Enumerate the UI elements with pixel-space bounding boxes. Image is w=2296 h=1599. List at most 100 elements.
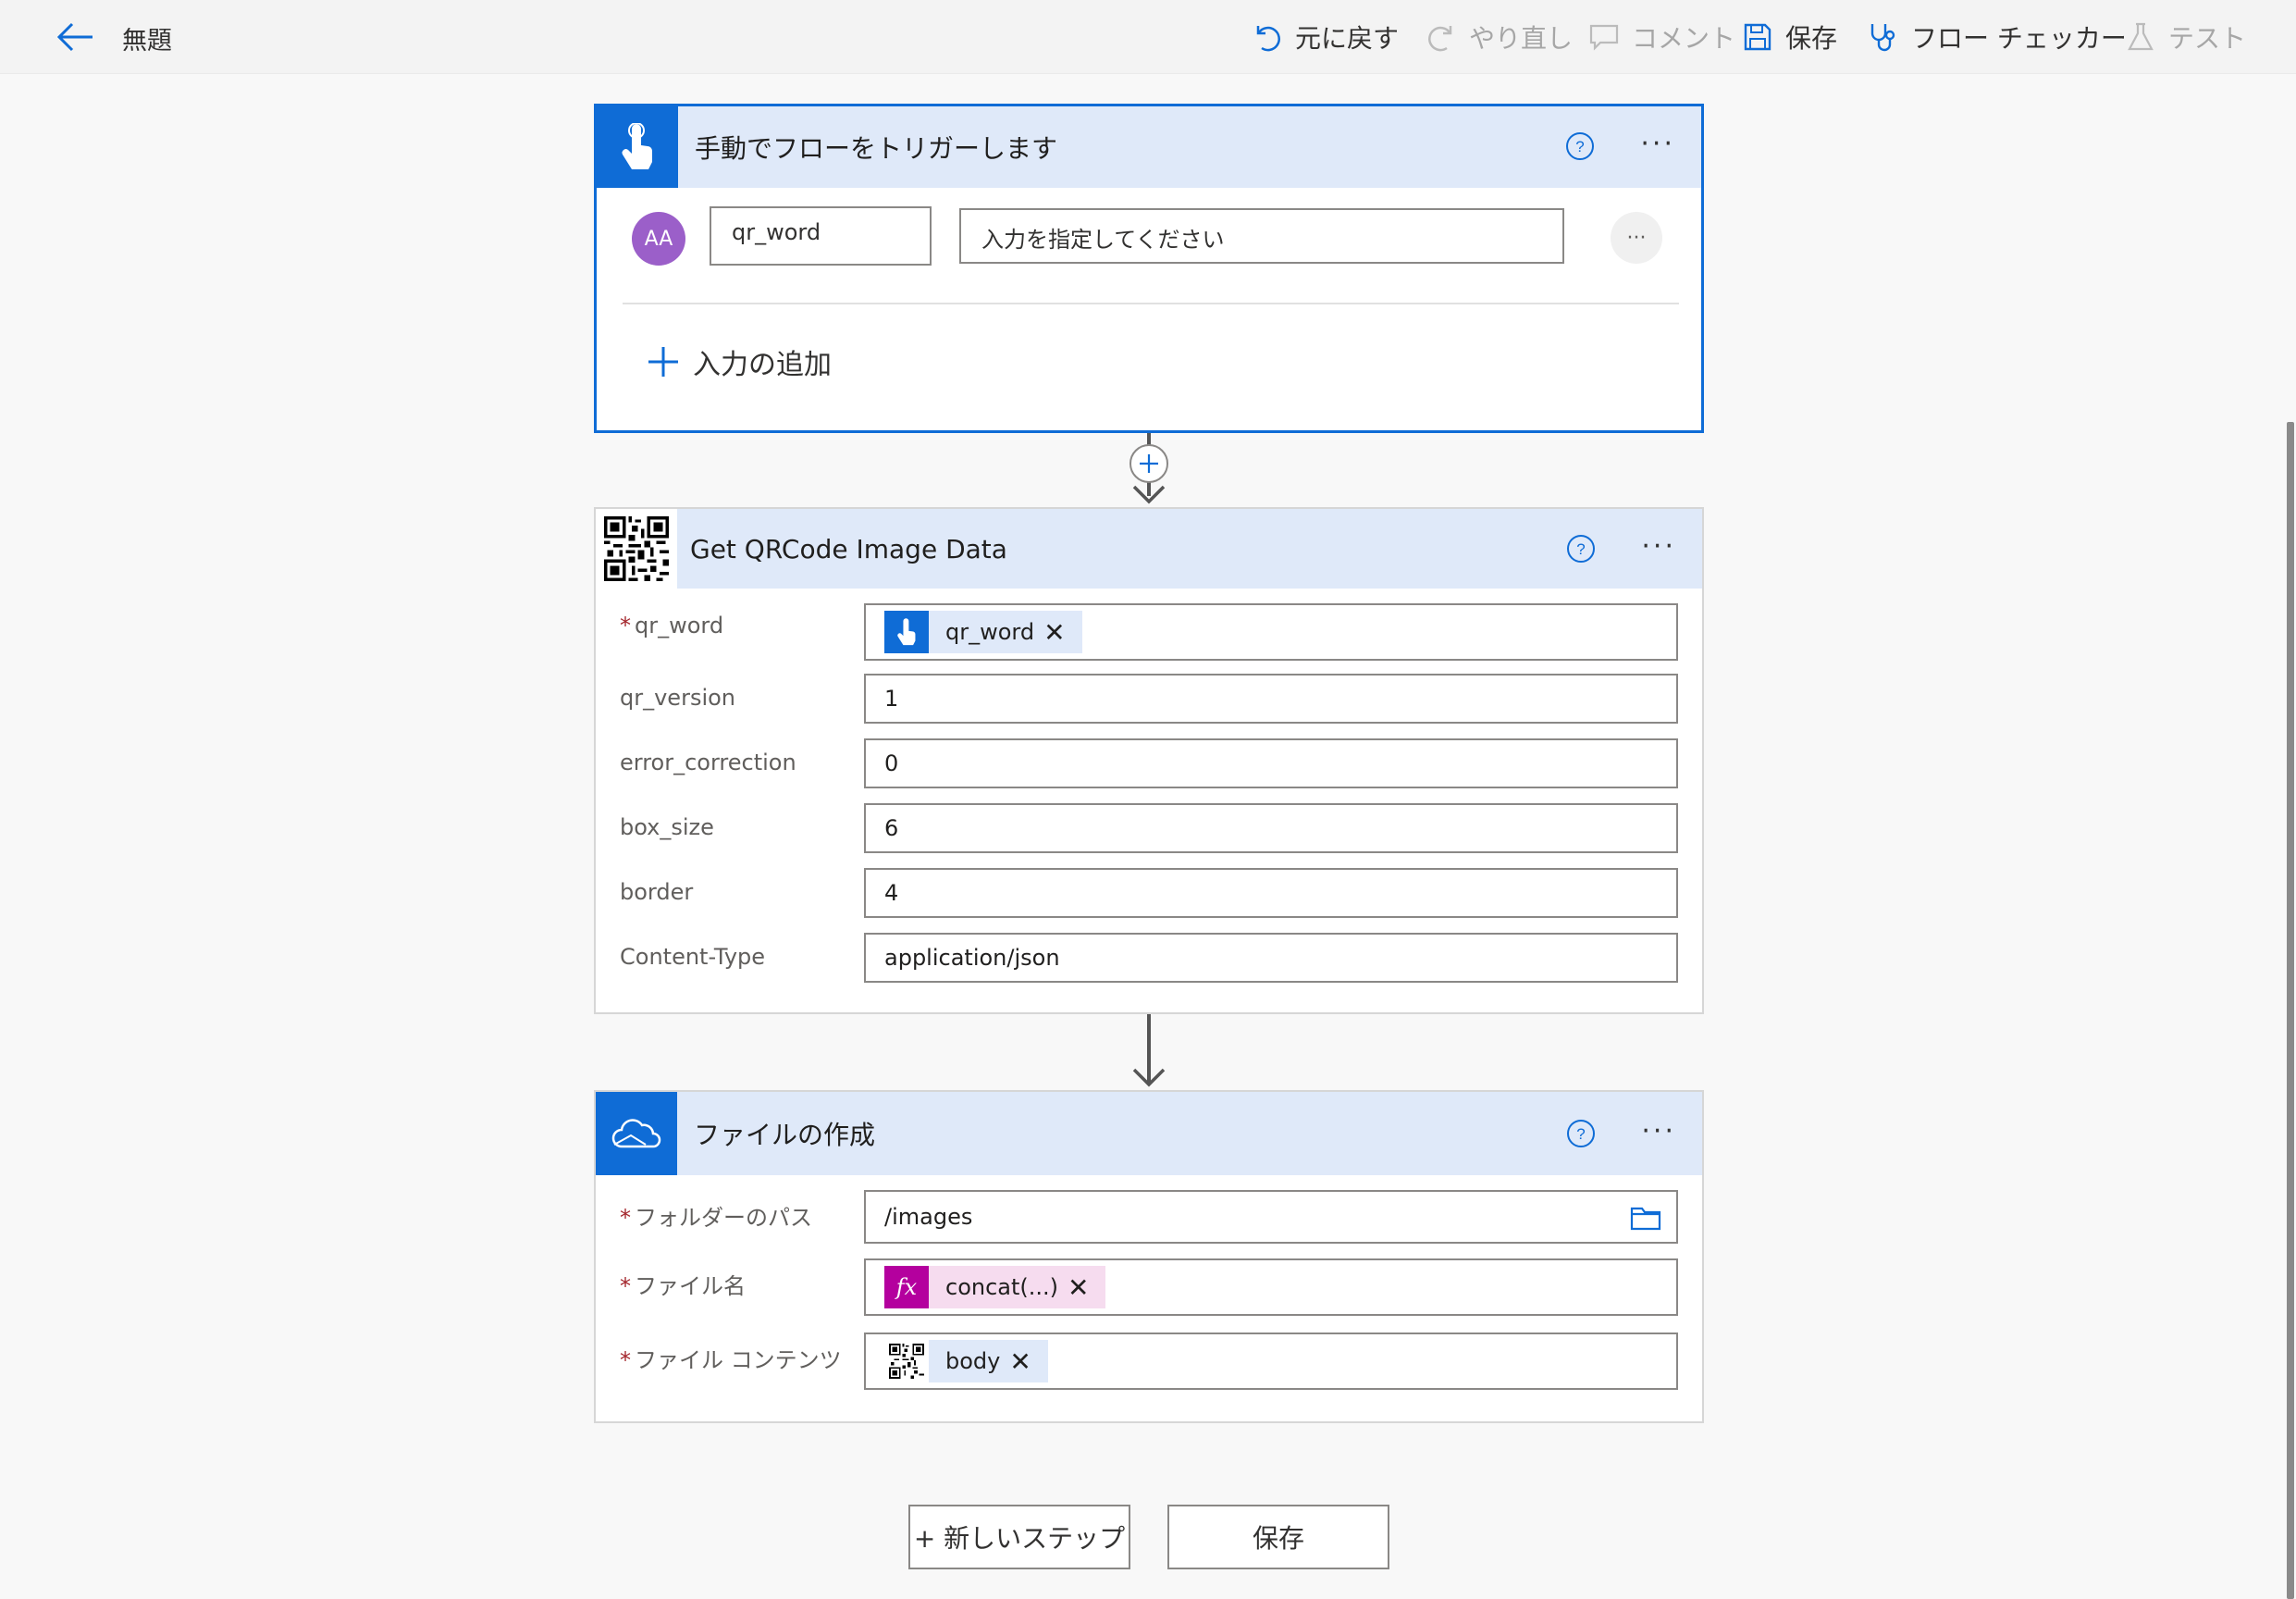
plus-icon — [647, 345, 680, 378]
input-description-field[interactable]: 入力を指定してください — [959, 208, 1564, 264]
svg-text:?: ? — [1575, 138, 1584, 155]
required-asterisk: * — [620, 613, 631, 638]
create-file-header[interactable]: ファイルの作成 ? ··· — [596, 1092, 1702, 1175]
input-name-field[interactable]: qr_word — [710, 206, 932, 266]
token-label: body ✕ — [929, 1340, 1048, 1382]
qr-code-icon — [596, 509, 677, 589]
field-label-folder-path: * フォルダーのパス — [620, 1199, 812, 1232]
required-asterisk: * — [620, 1205, 631, 1231]
field-label-text: ファイル名 — [635, 1273, 746, 1299]
fx-function-icon: fx — [884, 1266, 929, 1308]
save-button[interactable]: 保存 — [1167, 1505, 1389, 1569]
token-text: concat(...) — [945, 1274, 1059, 1300]
body-token[interactable]: body ✕ — [884, 1340, 1048, 1382]
token-text: body — [945, 1348, 1001, 1374]
required-asterisk: * — [620, 1273, 631, 1299]
field-label-text: qr_word — [635, 613, 724, 638]
undo-icon — [1251, 20, 1284, 54]
trigger-header[interactable]: 手動でフローをトリガーします ? ··· — [597, 106, 1701, 188]
token-label: qr_word ✕ — [929, 611, 1082, 653]
concat-token[interactable]: fx concat(...) ✕ — [884, 1266, 1106, 1308]
create-file-title: ファイルの作成 — [694, 1120, 876, 1150]
flask-icon — [2124, 20, 2157, 54]
input-more-options-icon[interactable]: ··· — [1611, 212, 1662, 264]
remove-token-icon[interactable]: ✕ — [1068, 1272, 1098, 1303]
test-label: テスト — [2168, 23, 2247, 54]
border-field[interactable]: 4 — [864, 868, 1678, 918]
redo-button[interactable]: やり直し — [1425, 17, 1573, 57]
help-icon[interactable]: ? — [1565, 533, 1597, 564]
remove-token-icon[interactable]: ✕ — [1009, 1346, 1040, 1377]
file-name-field[interactable]: fx concat(...) ✕ — [864, 1258, 1678, 1316]
field-label-qr-version: qr_version — [620, 685, 736, 711]
flow-title[interactable]: 無題 — [122, 20, 172, 56]
field-label-file-content: * ファイル コンテンツ — [620, 1342, 842, 1374]
arrow-down-icon — [1130, 1064, 1167, 1092]
onedrive-cloud-icon — [596, 1092, 677, 1175]
top-bar: 無題 元に戻す やり直し コメント 保存 フロー チェッカー テスト — [0, 0, 2296, 74]
qr-code-icon — [884, 1340, 929, 1382]
folder-path-value: /images — [884, 1204, 973, 1230]
svg-text:?: ? — [1576, 540, 1585, 558]
content-type-field[interactable]: application/json — [864, 933, 1678, 983]
more-options-icon[interactable]: ··· — [1641, 533, 1676, 561]
save-toolbar-label: 保存 — [1785, 23, 1838, 54]
test-button[interactable]: テスト — [2124, 17, 2246, 57]
field-label-text: ファイル コンテンツ — [635, 1347, 842, 1373]
qr-action-card[interactable]: Get QRCode Image Data ? ··· * qr_word qr_… — [594, 507, 1704, 1014]
comment-button[interactable]: コメント — [1587, 17, 1735, 57]
text-type-avatar-icon: AA — [632, 212, 685, 266]
qr-word-field[interactable]: qr_word ✕ — [864, 603, 1678, 661]
insert-step-plus-icon[interactable] — [1129, 444, 1168, 483]
redo-icon — [1425, 20, 1458, 54]
arrow-down-icon — [1130, 481, 1167, 509]
field-label-error-correction: error_correction — [620, 750, 796, 775]
save-icon — [1741, 20, 1774, 54]
save-toolbar-button[interactable]: 保存 — [1741, 17, 1837, 57]
hand-touch-icon — [884, 611, 929, 653]
field-label-text: フォルダーのパス — [635, 1205, 812, 1231]
field-label-qr-word: * qr_word — [620, 613, 723, 638]
stethoscope-icon — [1867, 20, 1900, 54]
more-options-icon[interactable]: ··· — [1641, 1118, 1676, 1146]
undo-label: 元に戻す — [1295, 23, 1400, 54]
back-arrow-icon[interactable] — [56, 20, 96, 54]
qr-action-title: Get QRCode Image Data — [690, 533, 1007, 564]
qr-word-token[interactable]: qr_word ✕ — [884, 611, 1082, 653]
divider — [623, 303, 1679, 304]
new-step-button[interactable]: + 新しいステップ — [908, 1505, 1130, 1569]
file-content-field[interactable]: body ✕ — [864, 1332, 1678, 1390]
add-input-label: 入力の追加 — [693, 349, 832, 381]
svg-text:?: ? — [1576, 1125, 1585, 1143]
token-label: concat(...) ✕ — [929, 1266, 1106, 1308]
help-icon[interactable]: ? — [1565, 1118, 1597, 1149]
box-size-field[interactable]: 6 — [864, 803, 1678, 853]
comment-label: コメント — [1632, 23, 1736, 54]
token-text: qr_word — [945, 619, 1035, 645]
hand-touch-icon — [597, 106, 678, 188]
field-label-box-size: box_size — [620, 814, 714, 840]
flow-checker-button[interactable]: フロー チェッカー — [1867, 17, 2127, 57]
field-label-content-type: Content-Type — [620, 944, 766, 970]
scrollbar-thumb[interactable] — [2287, 422, 2294, 1599]
add-input-button[interactable]: 入力の追加 — [647, 341, 832, 382]
trigger-title: 手動でフローをトリガーします — [695, 133, 1058, 164]
remove-token-icon[interactable]: ✕ — [1043, 617, 1074, 648]
undo-button[interactable]: 元に戻す — [1251, 17, 1399, 57]
help-icon[interactable]: ? — [1564, 130, 1596, 162]
qr-version-field[interactable]: 1 — [864, 674, 1678, 724]
folder-picker-icon[interactable] — [1630, 1205, 1661, 1231]
comment-icon — [1587, 20, 1621, 54]
error-correction-field[interactable]: 0 — [864, 738, 1678, 788]
field-label-file-name: * ファイル名 — [620, 1268, 746, 1300]
create-file-card[interactable]: ファイルの作成 ? ··· * フォルダーのパス /images * ファイル名 f… — [594, 1090, 1704, 1423]
field-label-border: border — [620, 879, 694, 905]
folder-path-field[interactable]: /images — [864, 1190, 1678, 1244]
more-options-icon[interactable]: ··· — [1640, 130, 1675, 158]
required-asterisk: * — [620, 1347, 631, 1373]
flow-checker-label: フロー チェッカー — [1911, 23, 2127, 54]
trigger-card[interactable]: 手動でフローをトリガーします ? ··· AA qr_word 入力を指定してく… — [594, 104, 1704, 433]
redo-label: やり直し — [1469, 23, 1574, 54]
avatar-text: AA — [644, 227, 673, 251]
qr-action-header[interactable]: Get QRCode Image Data ? ··· — [596, 509, 1702, 589]
